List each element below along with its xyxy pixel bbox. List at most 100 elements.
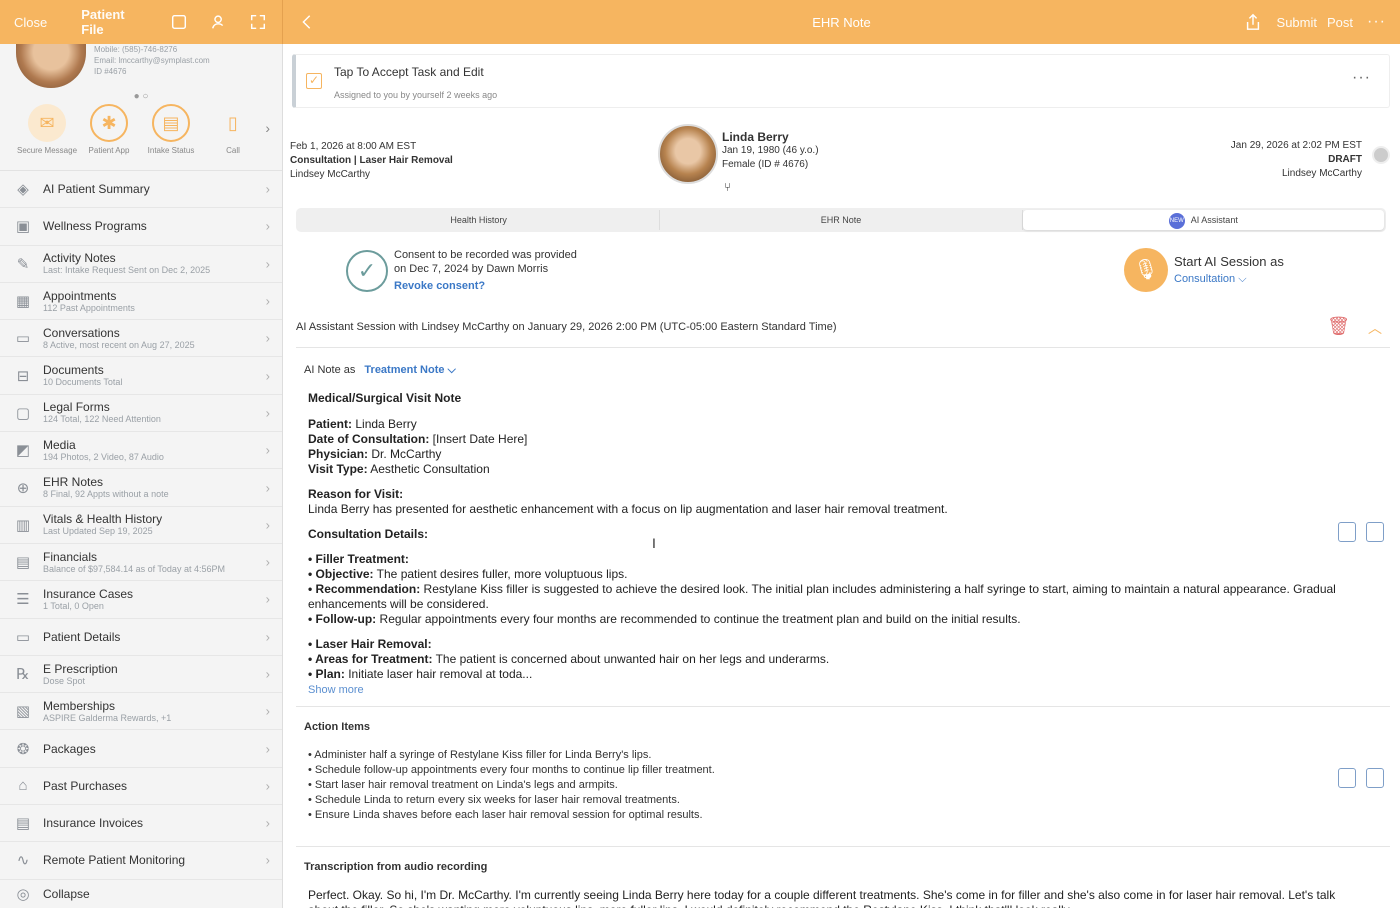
- call-button[interactable]: ▯ Call: [202, 104, 264, 156]
- insert-icon[interactable]: [1366, 768, 1384, 788]
- ehr-main: ✓ Tap To Accept Task and Edit Assigned t…: [284, 44, 1400, 908]
- collapse-button[interactable]: ◎ Collapse: [0, 880, 282, 908]
- list-item: • Schedule follow-up appointments every …: [308, 764, 715, 776]
- insert-icon[interactable]: [1366, 522, 1384, 542]
- intake-status-button[interactable]: ▤ Intake Status: [140, 104, 202, 155]
- rx-icon: ℞: [16, 666, 30, 683]
- submit-button[interactable]: Submit: [1277, 15, 1317, 30]
- tab-ehr-note[interactable]: EHR Note: [660, 210, 1023, 230]
- sidebar-item-patient-details[interactable]: ▭ Patient Details ›: [0, 619, 282, 656]
- list-item: • Schedule Linda to return every six wee…: [308, 794, 680, 806]
- ehr-topbar: EHR Note Submit Post ···: [283, 0, 1400, 44]
- task-banner[interactable]: ✓ Tap To Accept Task and Edit Assigned t…: [292, 54, 1390, 108]
- vitals-icon: ▥: [15, 516, 31, 534]
- revoke-consent-link[interactable]: Revoke consent?: [394, 279, 577, 293]
- chevron-right-icon: ›: [265, 330, 270, 346]
- patient-app-button[interactable]: ✱ Patient App: [78, 104, 140, 155]
- insurance-icon: ☰: [16, 591, 30, 609]
- more-options-icon[interactable]: ···: [1367, 13, 1386, 31]
- id-card-icon: ▭: [15, 628, 31, 646]
- divider: [296, 706, 1390, 707]
- secure-message-button[interactable]: ✉ Secure Message: [16, 104, 78, 155]
- chevron-right-icon: ›: [265, 480, 270, 496]
- sidebar-item-media[interactable]: ◩ Media 194 Photos, 2 Video, 87 Audio ›: [0, 432, 282, 470]
- trash-icon[interactable]: 🗑: [1327, 316, 1350, 337]
- start-ai-session[interactable]: Start AI Session as Consultation ⌵: [1174, 254, 1284, 286]
- patient-file-title: Patient File: [81, 7, 125, 37]
- check-circle-icon: ✓: [346, 250, 388, 292]
- patient-sidebar: Mobile: (585)-746-8276 Email: lmccarthy@…: [0, 44, 283, 908]
- chevron-up-icon[interactable]: ︿: [1368, 318, 1382, 338]
- chevron-right-icon: ›: [265, 591, 270, 607]
- ehr-title: EHR Note: [812, 14, 871, 30]
- copy-icon[interactable]: [1338, 522, 1356, 542]
- sidebar-item-e-prescription[interactable]: ℞ E Prescription Dose Spot ›: [0, 656, 282, 694]
- sidebar-item-insurance-cases[interactable]: ☰ Insurance Cases 1 Total, 0 Open ›: [0, 581, 282, 619]
- chevron-right-icon: ›: [265, 629, 270, 645]
- user-settings-icon[interactable]: [209, 12, 229, 32]
- sidebar-item-conversations[interactable]: ▭ Conversations 8 Active, most recent on A…: [0, 320, 282, 358]
- sidebar-item-insurance-invoices[interactable]: ▤ Insurance Invoices ›: [0, 805, 282, 843]
- tab-ai-assistant[interactable]: NEW AI Assistant: [1022, 210, 1384, 230]
- tab-health-history[interactable]: Health History: [298, 210, 661, 230]
- chevron-right-icon: ›: [265, 666, 270, 682]
- consent-info: Consent to be recorded was provided on D…: [394, 249, 577, 293]
- chevron-right-icon: ›: [265, 703, 270, 719]
- sidebar-item-wellness-programs[interactable]: ▣ Wellness Programs ›: [0, 208, 282, 246]
- sidebar-item-activity-notes[interactable]: ✎ Activity Notes Last: Intake Request Sent…: [0, 246, 282, 283]
- action-items-title: Action Items: [304, 721, 371, 733]
- share-icon[interactable]: [1243, 12, 1263, 32]
- session-title: AI Assistant Session with Lindsey McCart…: [296, 321, 837, 333]
- sidebar-item-remote-monitoring[interactable]: ∿ Remote Patient Monitoring ›: [0, 842, 282, 880]
- collapse-icon: ◎: [16, 885, 30, 903]
- app-icon: ✱: [90, 104, 128, 142]
- microphone-icon[interactable]: 🎙: [1124, 248, 1168, 292]
- session-type-dropdown[interactable]: Consultation ⌵: [1174, 273, 1284, 286]
- chevron-right-icon[interactable]: ›: [265, 120, 270, 136]
- sidebar-item-packages[interactable]: ❂ Packages ›: [0, 730, 282, 768]
- chevron-right-icon: ›: [265, 517, 270, 533]
- status-toggle[interactable]: [1372, 146, 1390, 164]
- sidebar-item-appointments[interactable]: ▦ Appointments 112 Past Appointments ›: [0, 283, 282, 321]
- wellness-icon: ▣: [15, 218, 31, 236]
- clipboard-icon: ▤: [152, 104, 190, 142]
- sidebar-item-legal-forms[interactable]: ▢ Legal Forms 124 Total, 122 Need Attentio…: [0, 395, 282, 433]
- chevron-right-icon: ›: [265, 405, 270, 421]
- patient-profile: Mobile: (585)-746-8276 Email: lmccarthy@…: [0, 44, 282, 92]
- chevron-right-icon: ›: [265, 741, 270, 757]
- checkbox-icon[interactable]: ✓: [306, 73, 322, 89]
- package-icon: ❂: [16, 740, 30, 758]
- medical-note-icon: ⊕: [16, 479, 30, 497]
- list-item: • Ensure Linda shaves before each laser …: [308, 809, 703, 821]
- sidebar-item-past-purchases[interactable]: ⌂ Past Purchases ›: [0, 768, 282, 806]
- chat-bubble-icon: ✉: [28, 104, 66, 142]
- sidebar-item-ai-patient-summary[interactable]: ◈ AI Patient Summary ›: [0, 171, 282, 209]
- chevron-right-icon: ›: [265, 218, 270, 234]
- sidebar-item-financials[interactable]: ▤ Financials Balance of $97,584.14 as of T…: [0, 544, 282, 582]
- ai-note-body: Medical/Surgical Visit Note Patient: Lin…: [308, 391, 1336, 696]
- ai-icon: ◈: [17, 181, 29, 199]
- quick-actions: ✉ Secure Message ✱ Patient App ▤ Intake …: [0, 104, 282, 170]
- expand-icon[interactable]: [248, 12, 268, 32]
- note-type-dropdown[interactable]: Treatment Note ⌵: [364, 364, 455, 376]
- close-button[interactable]: Close: [14, 15, 47, 30]
- note-icon[interactable]: [169, 12, 189, 32]
- sidebar-item-memberships[interactable]: ▧ Memberships ASPIRE Galderma Rewards, +1 ›: [0, 693, 282, 731]
- sidebar-item-ehr-notes[interactable]: ⊕ EHR Notes 8 Final, 92 Appts without a no…: [0, 469, 282, 507]
- transcription-text: Perfect. Okay. So hi, I'm Dr. McCarthy. …: [308, 888, 1336, 908]
- sidebar-item-vitals[interactable]: ▥ Vitals & Health History Last Updated Sep…: [0, 507, 282, 544]
- invoice-icon: ▤: [15, 815, 31, 833]
- membership-icon: ▧: [15, 703, 31, 721]
- copy-icon[interactable]: [1338, 768, 1356, 788]
- divider: [296, 347, 1390, 348]
- chevron-right-icon: ›: [265, 368, 270, 384]
- merge-icon[interactable]: ⑂: [724, 180, 731, 194]
- post-button[interactable]: Post: [1327, 15, 1353, 30]
- sidebar-item-documents[interactable]: ⊟ Documents 10 Documents Total ›: [0, 357, 282, 395]
- appointment-info: Feb 1, 2026 at 8:00 AM EST Consultation …: [290, 141, 453, 180]
- calendar-icon: ▦: [15, 293, 31, 311]
- back-chevron-icon[interactable]: [297, 12, 317, 32]
- chevron-right-icon: ›: [265, 293, 270, 309]
- show-more-link[interactable]: Show more: [308, 684, 364, 696]
- more-options-icon[interactable]: ···: [1352, 69, 1371, 87]
